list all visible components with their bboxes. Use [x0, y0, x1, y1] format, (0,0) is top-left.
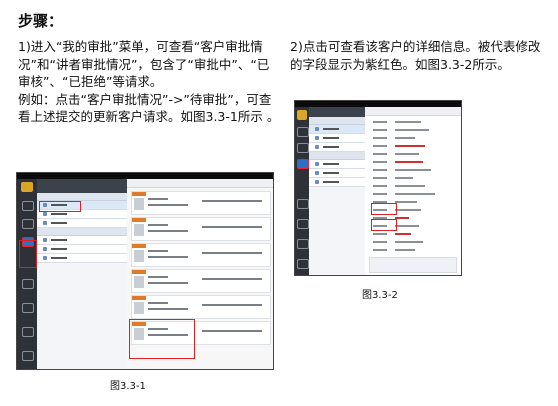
app-logo-icon — [297, 110, 307, 120]
list-item — [309, 160, 365, 169]
highlight-box — [19, 240, 37, 268]
section-customer-approval — [37, 193, 127, 201]
list-icon — [297, 199, 309, 209]
table-row — [131, 191, 271, 215]
approval-icon — [22, 219, 34, 229]
figure-3-3-2-screenshot — [294, 100, 462, 276]
table-row — [131, 217, 271, 241]
list-item — [309, 143, 365, 152]
left-column: 1)进入“我的审批”菜单，可查看“客户审批情况”和“讲者审批情况”，包含了“审批… — [18, 38, 280, 126]
power-icon — [22, 351, 34, 361]
sync-icon — [297, 219, 309, 229]
figure-3-3-1-caption: 图3.3-1 — [110, 381, 146, 392]
figure-3-3-1-screenshot — [16, 172, 274, 370]
product-info-section — [369, 257, 457, 273]
app-logo-icon — [21, 182, 33, 192]
figure-3-3-2-caption: 图3.3-2 — [362, 290, 398, 301]
page-heading: 步骤： — [18, 12, 64, 30]
detail-top-bar — [127, 179, 273, 188]
table-row — [131, 243, 271, 267]
highlight-box — [371, 203, 397, 215]
list-item — [37, 245, 127, 254]
side-rail — [17, 179, 37, 369]
section-speaker-approval — [37, 228, 127, 236]
list-item — [309, 134, 365, 143]
detail-top-bar — [365, 107, 461, 116]
my-approval-icon — [297, 159, 309, 169]
example-text: 例如：点击“客户审批情况”->”待审批”，可查看上述提交的更新客户请求。如图3.… — [18, 91, 280, 125]
home-icon — [22, 201, 34, 211]
approval-icon — [297, 143, 309, 153]
user-header — [309, 107, 365, 117]
highlight-box — [39, 201, 81, 212]
step-1-text: 1)进入“我的审批”菜单，可查看“客户审批情况”和“讲者审批情况”，包含了“审批… — [18, 39, 270, 89]
list-item — [309, 125, 365, 134]
sync-icon — [22, 303, 34, 313]
step-2-text: 2)点击可查看该客户的详细信息。被代表修改的字段显示为紫红色。如图3.3-2所示… — [290, 39, 541, 72]
section-customer-approval — [309, 117, 365, 125]
table-row — [131, 295, 271, 319]
power-icon — [297, 259, 309, 269]
section-speaker-approval — [309, 152, 365, 160]
highlight-box — [371, 219, 397, 231]
right-column: 2)点击可查看该客户的详细信息。被代表修改的字段显示为紫红色。如图3.3-2所示… — [290, 38, 550, 73]
list-item — [37, 236, 127, 245]
settings-icon — [297, 239, 309, 249]
list-item — [37, 254, 127, 263]
settings-icon — [22, 327, 34, 337]
table-row — [131, 269, 271, 293]
list-item — [309, 178, 365, 187]
home-icon — [297, 127, 309, 137]
user-header — [37, 179, 127, 193]
approval-list-pane — [309, 107, 365, 275]
list-item — [309, 169, 365, 178]
highlight-box — [129, 319, 195, 359]
list-item — [37, 219, 127, 228]
side-rail — [295, 107, 309, 275]
customer-detail-pane — [365, 107, 461, 275]
list-icon — [22, 279, 34, 289]
